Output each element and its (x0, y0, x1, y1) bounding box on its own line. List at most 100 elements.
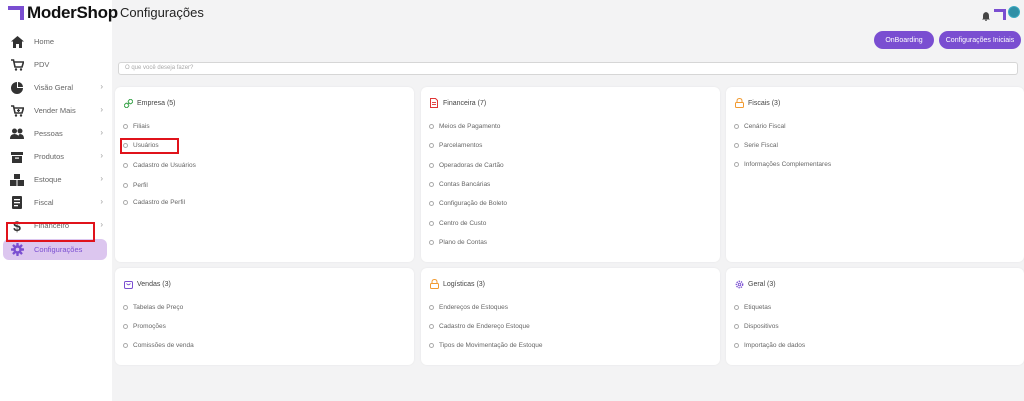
menu-item-label: Parcelamentos (439, 142, 483, 149)
menu-item-label: Cadastro de Perfil (133, 199, 186, 206)
sidebar-item-fiscal[interactable]: Fiscal › (0, 191, 112, 214)
menu-item-label: Filiais (133, 123, 150, 130)
menu-item-filiais[interactable]: Filiais (123, 123, 150, 130)
circle-icon (429, 182, 434, 187)
card-title: Logísticas (3) (429, 279, 485, 289)
sidebar-item-label: Produtos (34, 152, 65, 161)
circle-icon (123, 305, 128, 310)
circle-icon (429, 221, 434, 226)
menu-item-label: Operadoras de Cartão (439, 162, 504, 169)
menu-item-parcelamentos[interactable]: Parcelamentos (429, 142, 482, 149)
sidebar-item-produtos[interactable]: Produtos › (0, 145, 112, 168)
card-title: Financeira (7) (429, 98, 486, 108)
brand-mark-icon (994, 7, 1006, 20)
brand-name: ModerShop (27, 3, 118, 22)
onboarding-button[interactable]: OnBoarding (874, 31, 934, 49)
circle-icon (123, 143, 128, 148)
cart-plus-icon (10, 104, 24, 118)
brand-logo[interactable]: ModerShop (8, 3, 118, 23)
initial-settings-button[interactable]: Configurações Iniciais (939, 31, 1021, 49)
sidebar-item-estoque[interactable]: Estoque › (0, 168, 112, 191)
menu-item-usuarios[interactable]: Usuários (123, 142, 159, 149)
page-title: Configurações (120, 5, 204, 20)
circle-icon (123, 183, 128, 188)
menu-item-label: Cenário Fiscal (744, 123, 786, 130)
chevron-right-icon: › (100, 105, 103, 114)
menu-item-serie-fiscal[interactable]: Serie Fiscal (734, 142, 778, 149)
menu-item-meios-pagamento[interactable]: Meios de Pagamento (429, 123, 500, 130)
menu-item-label: Plano de Contas (439, 239, 488, 246)
menu-item-etiquetas[interactable]: Etiquetas (734, 304, 771, 311)
chevron-right-icon: › (100, 151, 103, 160)
circle-icon (429, 343, 434, 348)
menu-item-cenario-fiscal[interactable]: Cenário Fiscal (734, 123, 786, 130)
menu-item-promocoes[interactable]: Promoções (123, 323, 166, 330)
menu-item-label: Comissões de venda (133, 342, 194, 349)
menu-item-dispositivos[interactable]: Dispositivos (734, 323, 779, 330)
card-title: Vendas (3) (123, 279, 171, 289)
menu-item-label: Cadastro de Usuários (133, 162, 196, 169)
card-title-text: Logísticas (3) (443, 280, 486, 288)
bell-icon[interactable] (982, 8, 992, 22)
chevron-right-icon: › (100, 197, 103, 206)
menu-item-label: Importação de dados (744, 342, 806, 349)
menu-item-cadastro-perfil[interactable]: Cadastro de Perfil (123, 199, 185, 206)
sidebar-item-configuracoes[interactable]: Configurações (3, 239, 107, 260)
card-logisticas: Logísticas (3) Endereços de Estoques Cad… (421, 268, 720, 365)
menu-item-operadoras-cartao[interactable]: Operadoras de Cartão (429, 162, 504, 169)
menu-item-perfil[interactable]: Perfil (123, 182, 148, 189)
sidebar-item-visao-geral[interactable]: Visão Geral › (0, 76, 112, 99)
menu-item-label: Usuários (133, 142, 159, 149)
sidebar-item-label: Vender Mais (34, 106, 76, 115)
cart-icon (10, 58, 24, 72)
menu-item-cadastro-endereco-estoque[interactable]: Cadastro de Endereço Estoque (429, 323, 530, 330)
chevron-right-icon: › (100, 220, 103, 229)
sidebar-item-financeiro[interactable]: $ Financeiro › (0, 214, 112, 237)
card-fiscais: Fiscais (3) Cenário Fiscal Serie Fiscal … (726, 87, 1024, 262)
circle-icon (429, 143, 434, 148)
sidebar-item-pdv[interactable]: PDV (0, 53, 112, 76)
circle-icon (429, 305, 434, 310)
menu-item-label: Cadastro de Endereço Estoque (439, 323, 530, 330)
pie-chart-icon (10, 81, 24, 95)
menu-item-contas-bancarias[interactable]: Contas Bancárias (429, 181, 490, 188)
menu-item-label: Dispositivos (744, 323, 779, 330)
sidebar-item-home[interactable]: Home (0, 30, 112, 53)
menu-item-centro-custo[interactable]: Centro de Custo (429, 220, 486, 227)
card-financeira: Financeira (7) Meios de Pagamento Parcel… (421, 87, 720, 262)
menu-item-importacao-dados[interactable]: Importação de dados (734, 342, 805, 349)
circle-icon (734, 162, 739, 167)
circle-icon (429, 163, 434, 168)
card-geral: Geral (3) Etiquetas Dispositivos Importa… (726, 268, 1024, 365)
menu-item-cadastro-usuarios[interactable]: Cadastro de Usuários (123, 162, 196, 169)
sidebar-item-pessoas[interactable]: Pessoas › (0, 122, 112, 145)
avatar[interactable] (1008, 6, 1020, 18)
card-title: Empresa (5) (123, 98, 176, 108)
menu-item-label: Tipos de Movimentação de Estoque (439, 342, 543, 349)
bag-icon (123, 279, 133, 289)
menu-item-plano-contas[interactable]: Plano de Contas (429, 239, 487, 246)
sidebar-item-label: Configurações (34, 245, 83, 254)
menu-item-label: Configuração de Boleto (439, 200, 507, 207)
menu-item-informacoes-complementares[interactable]: Informações Complementares (734, 161, 831, 168)
box-icon (10, 150, 24, 164)
menu-item-label: Tabelas de Preço (133, 304, 184, 311)
sidebar-item-label: Estoque (34, 175, 62, 184)
menu-item-label: Promoções (133, 323, 166, 330)
chevron-right-icon: › (100, 174, 103, 183)
card-title-text: Geral (3) (748, 280, 776, 288)
lock-icon (429, 279, 439, 289)
menu-item-tipos-movimentacao[interactable]: Tipos de Movimentação de Estoque (429, 342, 542, 349)
sidebar-item-vender-mais[interactable]: Vender Mais › (0, 99, 112, 122)
circle-icon (734, 143, 739, 148)
menu-item-comissoes-venda[interactable]: Comissões de venda (123, 342, 194, 349)
menu-item-configuracao-boleto[interactable]: Configuração de Boleto (429, 200, 507, 207)
circle-icon (429, 324, 434, 329)
menu-item-tabelas-preco[interactable]: Tabelas de Preço (123, 304, 183, 311)
search-input[interactable]: O que você deseja fazer? (118, 62, 1018, 75)
menu-item-enderecos-estoques[interactable]: Endereços de Estoques (429, 304, 508, 311)
menu-item-label: Perfil (133, 182, 148, 189)
menu-item-label: Informações Complementares (744, 161, 832, 168)
circle-icon (734, 124, 739, 129)
dollar-icon: $ (13, 217, 21, 234)
